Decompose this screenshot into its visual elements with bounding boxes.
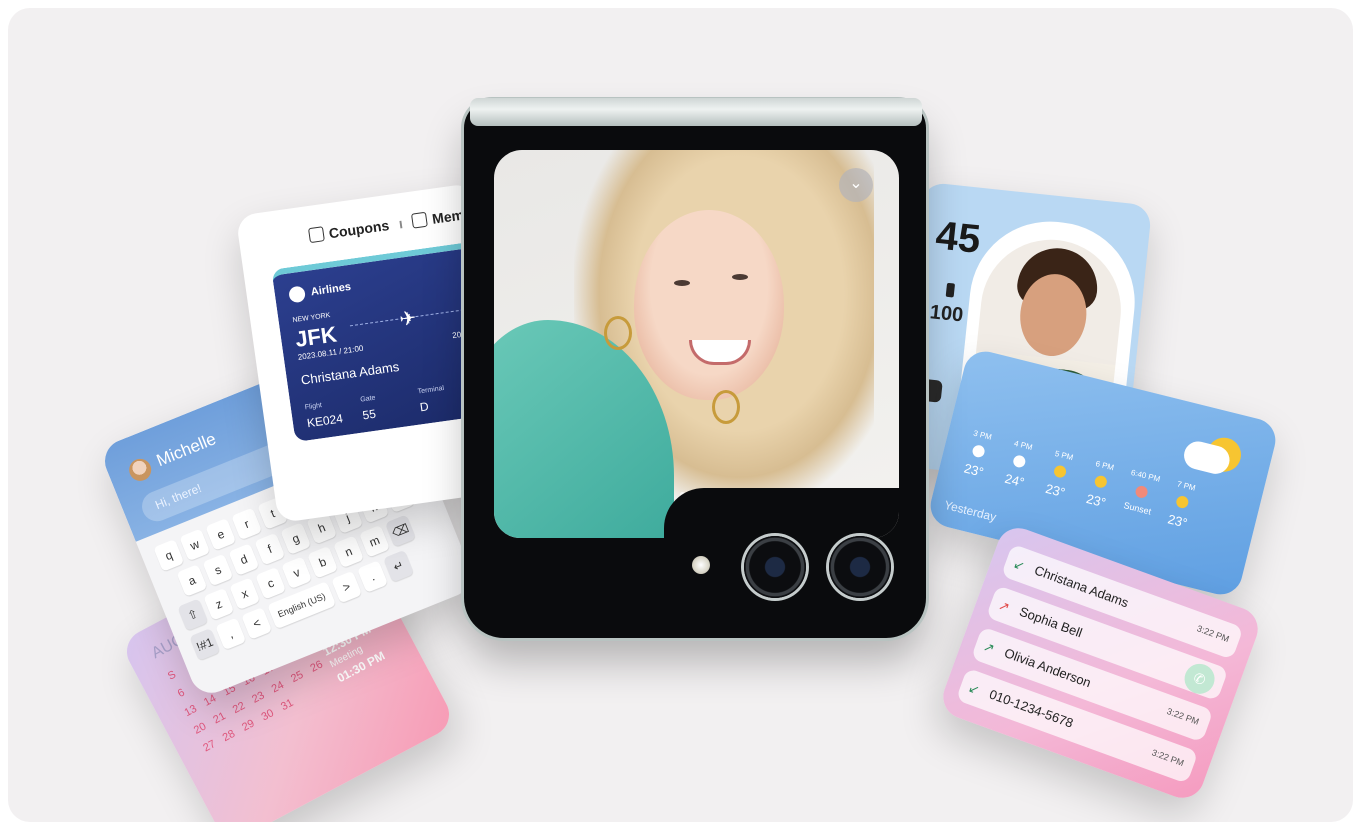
flip-phone: ⌄: [464, 88, 928, 640]
flight-number: KE024: [306, 411, 344, 431]
tab-membership[interactable]: Mem: [431, 207, 465, 227]
terminal-info: Terminal D: [416, 377, 447, 416]
battery-icon: [945, 282, 956, 298]
terminal-value: D: [419, 399, 430, 415]
gate-info: Gate 55: [359, 387, 379, 425]
hero-frame: AUG SMTWTFS67891011121314151617181920212…: [8, 8, 1353, 822]
phone-hinge: [470, 98, 922, 126]
forecast-hour: 5 PM 23°: [1036, 447, 1083, 502]
key[interactable]: s: [202, 553, 234, 587]
tab-coupons[interactable]: Coupons: [328, 217, 390, 241]
flash-icon: [692, 556, 710, 574]
forecast-hour: 7 PM 23°: [1158, 477, 1205, 532]
forecast-temp: Sunset: [1122, 500, 1153, 517]
incoming-call-icon: ↙: [1011, 555, 1027, 574]
forecast-temp: 23°: [962, 460, 986, 480]
sun-icon: [1093, 474, 1109, 490]
flight-info: Flight KE024: [303, 392, 344, 433]
forecast-time: 7 PM: [1176, 479, 1197, 493]
forecast-hour: 4 PM 24°: [995, 437, 1042, 492]
terminal-label: Terminal: [417, 384, 445, 396]
forecast-time: 3 PM: [972, 428, 993, 442]
key[interactable]: g: [280, 522, 312, 555]
forecast-time: 4 PM: [1013, 438, 1034, 453]
call-time: 3:22 PM: [1150, 747, 1186, 769]
key[interactable]: a: [176, 564, 208, 597]
gate-label: Gate: [359, 394, 376, 404]
calendar-day[interactable]: [314, 674, 339, 695]
cover-screen[interactable]: ⌄: [494, 150, 899, 538]
key[interactable]: r: [231, 507, 263, 541]
key[interactable]: z: [203, 587, 235, 621]
outgoing-call-icon: ↗: [981, 638, 997, 657]
clock-time: 45: [933, 213, 983, 262]
missed-call-icon: ↗: [996, 597, 1012, 616]
key[interactable]: <: [241, 607, 273, 640]
left-earring: [604, 316, 632, 350]
key[interactable]: b: [307, 545, 339, 579]
key[interactable]: e: [205, 518, 237, 551]
caller-name: Sophia Bell: [1017, 603, 1085, 641]
flight-label: Flight: [304, 402, 323, 412]
right-earring: [712, 390, 740, 424]
forecast-temp: 23°: [1084, 490, 1108, 511]
key[interactable]: >: [331, 570, 363, 604]
key[interactable]: q: [153, 539, 185, 572]
cloud-icon: [1012, 454, 1027, 469]
left-eye: [674, 280, 690, 286]
calendar-day[interactable]: 26: [304, 656, 329, 677]
key[interactable]: v: [281, 556, 313, 590]
wallet-tabs: Coupons ı Mem: [307, 207, 465, 245]
yesterday-label: Yesterday: [942, 497, 998, 525]
passenger-name: Christana Adams: [300, 358, 401, 388]
key[interactable]: f: [254, 532, 286, 566]
key[interactable]: ⌫: [384, 514, 417, 548]
key[interactable]: .: [357, 560, 389, 593]
forecast-temp: 23°: [1043, 480, 1067, 501]
face: [634, 210, 784, 400]
airline-name: Airlines: [310, 280, 352, 299]
forecast-temp: 24°: [1003, 470, 1026, 490]
sunset-icon: [1134, 484, 1149, 500]
key[interactable]: d: [228, 543, 260, 576]
membership-icon: [411, 211, 429, 229]
forecast-time: 6 PM: [1094, 459, 1115, 473]
key[interactable]: x: [229, 577, 261, 611]
battery-level: 100: [928, 301, 965, 327]
cloud-icon: [971, 443, 986, 459]
right-eye: [732, 274, 748, 280]
key[interactable]: m: [358, 524, 391, 558]
airline-logo-icon: [288, 285, 307, 304]
forecast-hour: 3 PM 23°: [955, 427, 1002, 482]
camera-cutout: [664, 488, 899, 538]
forecast-time: 5 PM: [1053, 448, 1075, 463]
key[interactable]: ↵: [383, 549, 415, 583]
chevron-down-icon[interactable]: ⌄: [839, 168, 873, 202]
camera-lens-left: [744, 536, 806, 598]
forecast-time: 6:40 PM: [1130, 467, 1162, 484]
key[interactable]: w: [179, 528, 211, 562]
call-time: 3:22 PM: [1195, 623, 1231, 645]
caller-name: Olivia Anderson: [1002, 645, 1094, 691]
camera-lens-right: [829, 536, 891, 598]
caller-name: 010-1234-5678: [987, 686, 1076, 731]
incoming-call-icon: ↙: [966, 679, 982, 698]
key[interactable]: !#1: [189, 628, 221, 661]
moon-icon: [1175, 494, 1190, 510]
gate-number: 55: [361, 406, 377, 423]
forecast-temp: 23°: [1166, 511, 1189, 531]
key[interactable]: n: [333, 535, 365, 569]
sun-icon: [1052, 464, 1068, 479]
call-time: 3:22 PM: [1165, 705, 1201, 727]
coupon-icon: [307, 226, 325, 244]
airplane-icon: ✈: [398, 307, 418, 332]
key[interactable]: c: [255, 566, 287, 600]
key[interactable]: ,: [215, 617, 247, 651]
key[interactable]: ⇧: [177, 598, 209, 632]
forecast-hour: 6:40 PM Sunset: [1118, 467, 1165, 522]
forecast-hour: 6 PM 23°: [1077, 457, 1124, 512]
